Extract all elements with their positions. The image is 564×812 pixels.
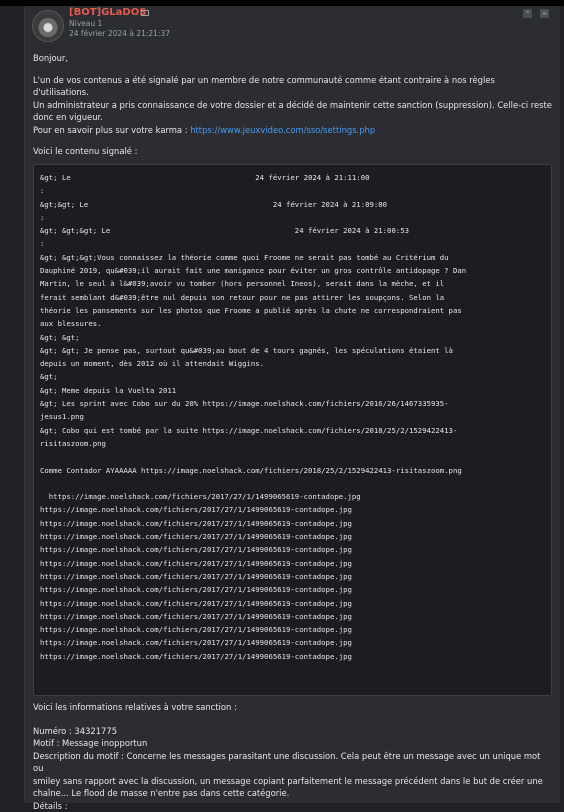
- code-line: [40, 477, 545, 490]
- code-line: https://image.noelshack.com/fichiers/201…: [40, 570, 545, 583]
- code-line: https://image.noelshack.com/fichiers/201…: [40, 530, 545, 543]
- author-name[interactable]: [BOT]GLaDOS: [69, 7, 146, 18]
- code-line: https://image.noelshack.com/fichiers/201…: [40, 503, 545, 516]
- reported-content-box[interactable]: &gt; Le 24 février 2024 à 21:11:00:&gt;&…: [33, 164, 552, 696]
- code-line: depuis un moment, dès 2012 où il attenda…: [40, 357, 545, 370]
- options-icon[interactable]: ≡: [540, 9, 549, 18]
- sanction-motif: Motif : Message inopportun: [33, 737, 553, 750]
- motif-description-line: chaîne... Le flood de masse n'entre pas …: [33, 787, 553, 800]
- code-line: aux blessures.: [40, 317, 545, 330]
- code-line: https://image.noelshack.com/fichiers/201…: [40, 557, 545, 570]
- code-line: théorie les pansements sur les photos qu…: [40, 304, 545, 317]
- code-line: &gt; Le 24 février 2024 à 21:11:00: [40, 171, 545, 184]
- code-line: https://image.noelshack.com/fichiers/201…: [40, 610, 545, 623]
- reported-content-code: &gt; Le 24 février 2024 à 21:11:00:&gt;&…: [40, 171, 545, 663]
- code-line: https://image.noelshack.com/fichiers/201…: [40, 636, 545, 649]
- code-line: https://image.noelshack.com/fichiers/201…: [40, 623, 545, 636]
- code-line: https://image.noelshack.com/fichiers/201…: [40, 583, 545, 596]
- report-text-line: L'un de vos contenus a été signalé par u…: [33, 74, 553, 99]
- code-line: Comme Contador AYAAAAA https://image.noe…: [40, 464, 545, 477]
- sanction-section: Voici les informations relatives à votre…: [33, 701, 553, 812]
- code-line: :: [40, 184, 545, 197]
- code-line: &gt; Cobo qui est tombé par la suite htt…: [40, 424, 545, 437]
- greeting: Bonjour,: [33, 52, 553, 65]
- code-line: ferait semblant d&#039;être nul depuis s…: [40, 291, 545, 304]
- code-line: https://image.noelshack.com/fichiers/201…: [40, 543, 545, 556]
- details-label: Détails :: [33, 800, 553, 812]
- motif-description-line: smiley sans rapport avec la discussion, …: [33, 775, 553, 788]
- code-line: :: [40, 237, 545, 250]
- author-level: Niveau 1: [69, 19, 102, 28]
- message-body: Bonjour, L'un de vos contenus a été sign…: [33, 52, 553, 158]
- code-line: &gt; &gt;&gt; Le 24 février 2024 à 21:00…: [40, 224, 545, 237]
- code-line: risitaszoom.png: [40, 437, 545, 450]
- message-date[interactable]: 24 février 2024 à 21:21:37: [69, 29, 170, 38]
- code-line: Martin, le seul à l&#039;avoir vu tomber…: [40, 277, 545, 290]
- content-intro: Voici le contenu signalé :: [33, 145, 553, 158]
- karma-link[interactable]: https://www.jeuxvideo.com/sso/settings.p…: [190, 125, 375, 135]
- report-text-line: Un administrateur a pris connaissance de…: [33, 99, 553, 112]
- karma-line: Pour en savoir plus sur votre karma : ht…: [33, 124, 553, 137]
- code-line: &gt; Les sprint avec Cobo sur du 20% htt…: [40, 397, 545, 410]
- code-line: &gt; Meme depuis la Vuelta 2011: [40, 384, 545, 397]
- code-line: https://image.noelshack.com/fichiers/201…: [40, 597, 545, 610]
- quote-icon[interactable]: ❝: [523, 9, 532, 18]
- message-card: [BOT]GLaDOS Niveau 1 24 février 2024 à 2…: [24, 6, 560, 803]
- code-line: &gt; &gt;&gt;Vous connaissez la théorie …: [40, 251, 545, 264]
- sanction-intro: Voici les informations relatives à votre…: [33, 701, 553, 714]
- mail-icon[interactable]: [141, 10, 149, 16]
- sanction-number: Numéro : 34321775: [33, 725, 553, 738]
- report-text-line: donc en vigueur.: [33, 111, 553, 124]
- code-line: Dauphiné 2019, qu&#039;il aurait fait un…: [40, 264, 545, 277]
- motif-description-line: Description du motif : Concerne les mess…: [33, 750, 553, 775]
- code-line: [40, 450, 545, 463]
- avatar[interactable]: [32, 10, 64, 42]
- code-line: jesus1.png: [40, 410, 545, 423]
- code-line: https://image.noelshack.com/fichiers/201…: [40, 650, 545, 663]
- code-line: &gt; &gt;: [40, 331, 545, 344]
- message-header: [BOT]GLaDOS Niveau 1 24 février 2024 à 2…: [25, 6, 560, 46]
- code-line: &gt;&gt; Le 24 février 2024 à 21:09:00: [40, 198, 545, 211]
- karma-prefix: Pour en savoir plus sur votre karma :: [33, 125, 190, 135]
- code-line: https://image.noelshack.com/fichiers/201…: [40, 517, 545, 530]
- code-line: https://image.noelshack.com/fichiers/201…: [40, 490, 545, 503]
- code-line: &gt;: [40, 370, 545, 383]
- code-line: :: [40, 211, 545, 224]
- code-line: &gt; &gt; Je pense pas, surtout qu&#039;…: [40, 344, 545, 357]
